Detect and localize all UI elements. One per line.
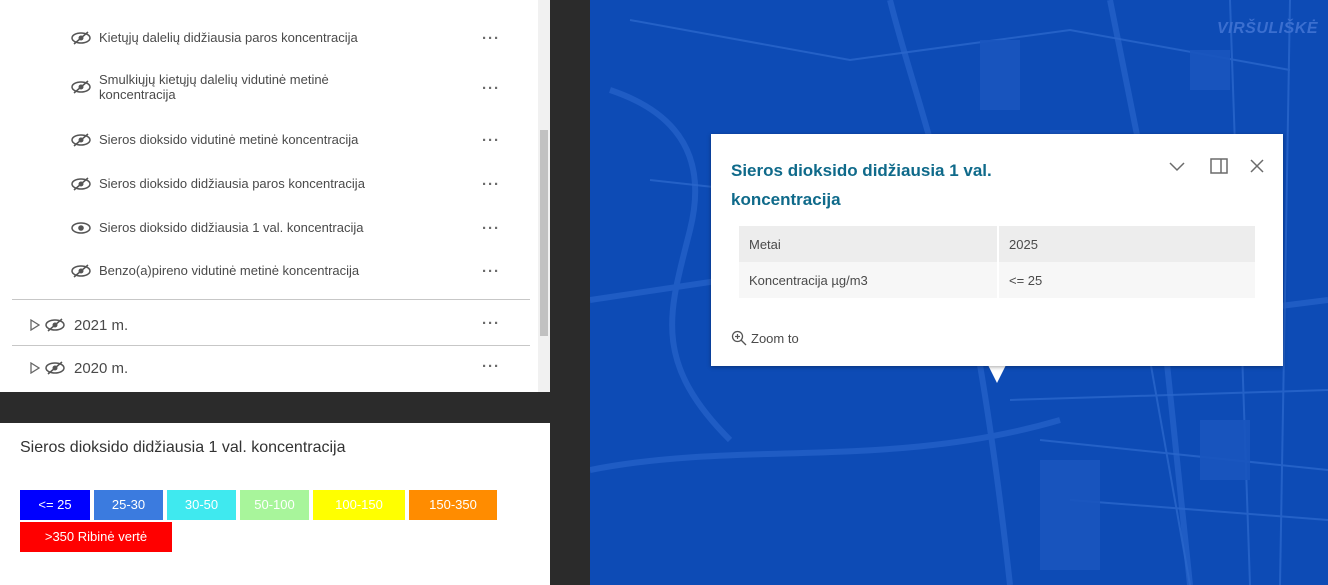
sublayer-label: Kietųjų dalelių didžiausia paros koncent… [99,30,358,45]
legend-class-swatch: 100-150 [313,490,405,520]
sublayer-row[interactable]: Benzo(a)pireno vidutinė metinė koncentra… [70,263,530,278]
feature-popup: Sieros dioksido didžiausia 1 val. koncen… [711,134,1283,366]
layer-group-2021[interactable]: 2021 m. [14,305,530,345]
table-row: Metai 2025 [739,226,1255,262]
visibility-off-icon[interactable] [70,176,92,191]
legend-panel: Sieros dioksido didžiausia 1 val. koncen… [0,423,550,585]
zoom-in-icon [731,330,747,346]
field-value: 2025 [998,226,1255,262]
expand-caret-icon[interactable] [30,362,40,374]
visibility-off-icon[interactable] [44,361,66,375]
layer-group-label: 2020 m. [74,359,129,377]
legend-class-swatch: 30-50 [167,490,236,520]
panel-separator [0,392,550,423]
zoom-to-button[interactable]: Zoom to [731,330,799,346]
collapse-chevron-icon[interactable] [1165,154,1189,178]
divider [12,345,530,346]
sublayer-row[interactable]: Sieros dioksido didžiausia paros koncent… [70,176,530,191]
sublayer-label: Benzo(a)pireno vidutinė metinė koncentra… [99,263,360,278]
popup-pointer [988,365,1006,383]
more-options-icon[interactable]: ··· [482,132,500,149]
panel-separator [550,0,590,585]
sublayer-row[interactable]: Sieros dioksido vidutinė metinė koncentr… [70,132,530,147]
legend-class-swatch: >350 Ribinė vertė [20,522,172,552]
layer-list-panel: Kietųjų dalelių didžiausia paros koncent… [0,0,538,392]
popup-title: Sieros dioksido didžiausia 1 val. koncen… [731,161,992,209]
more-options-icon[interactable]: ··· [482,30,500,47]
visibility-off-icon[interactable] [70,80,92,94]
sublayer-row[interactable]: Smulkiųjų kietųjų dalelių vidutinė metin… [70,72,530,102]
visibility-off-icon[interactable] [44,318,66,332]
more-options-icon[interactable]: ··· [482,220,500,237]
field-name: Koncentracija µg/m3 [739,262,999,298]
visibility-on-icon[interactable] [70,221,92,235]
legend-class-swatch: 50-100 [240,490,309,520]
more-options-icon[interactable]: ··· [482,358,500,375]
more-options-icon[interactable]: ··· [482,263,500,280]
legend-class-swatch: <= 25 [20,490,90,520]
visibility-off-icon[interactable] [70,132,92,147]
sublayer-label: Smulkiųjų kietųjų dalelių vidutinė metin… [99,72,329,102]
legend-class-swatch: 25-30 [94,490,163,520]
layer-group-label: 2021 m. [74,316,129,334]
field-value: <= 25 [998,262,1255,298]
sublayer-label: Sieros dioksido didžiausia 1 val. koncen… [99,220,364,235]
legend-class-swatch: 150-350 [409,490,497,520]
layer-group-2020[interactable]: 2020 m. [14,348,530,388]
map-place-label: VIRŠULIŠKĖ [1216,20,1318,37]
zoom-to-label: Zoom to [751,330,799,346]
attribute-table: Metai 2025 Koncentracija µg/m3 <= 25 [739,226,1255,298]
table-row: Koncentracija µg/m3 <= 25 [739,262,1255,298]
expand-caret-icon[interactable] [30,319,40,331]
more-options-icon[interactable]: ··· [482,176,500,193]
sublayer-label: Sieros dioksido didžiausia paros koncent… [99,176,365,191]
divider [12,299,530,300]
more-options-icon[interactable]: ··· [482,80,500,97]
field-name: Metai [739,226,999,262]
scrollbar-thumb[interactable] [540,130,548,336]
legend-title: Sieros dioksido didžiausia 1 val. koncen… [20,439,346,456]
visibility-off-icon[interactable] [70,30,92,45]
visibility-off-icon[interactable] [70,263,92,278]
dock-icon[interactable] [1207,154,1231,178]
sublayer-row[interactable]: Sieros dioksido didžiausia 1 val. koncen… [70,220,530,235]
more-options-icon[interactable]: ··· [482,315,500,332]
close-icon[interactable] [1245,154,1269,178]
sublayer-row[interactable]: Kietųjų dalelių didžiausia paros koncent… [70,30,530,45]
sublayer-label: Sieros dioksido vidutinė metinė koncentr… [99,132,359,147]
